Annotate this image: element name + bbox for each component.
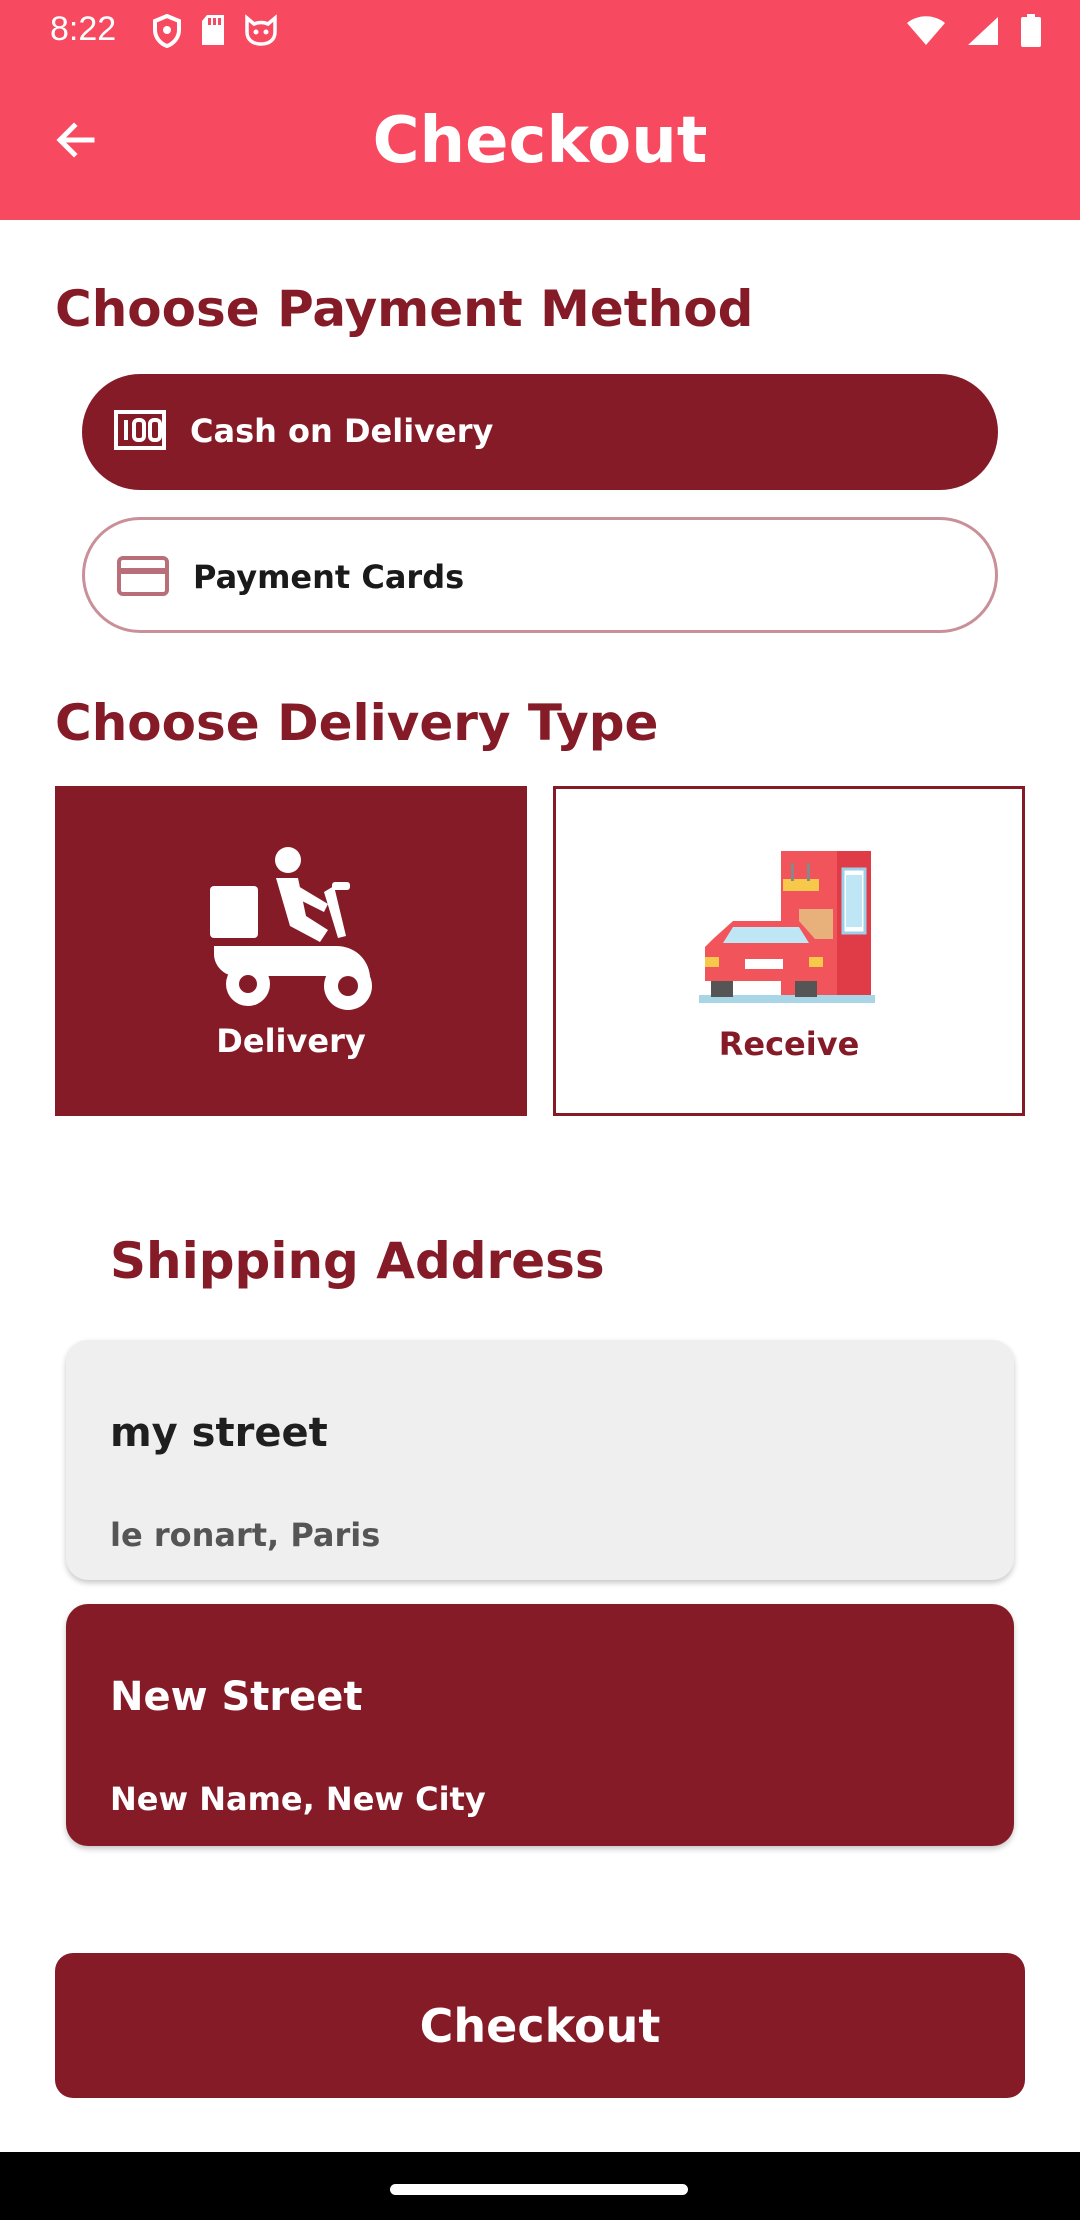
shipping-section-title: Shipping Address (110, 1232, 605, 1290)
address-city: le ronart, Paris (110, 1516, 381, 1554)
cash-icon (114, 410, 166, 454)
cash-on-delivery-label: Cash on Delivery (190, 412, 494, 450)
drive-through-icon (699, 849, 879, 1013)
delivery-scooter-icon (206, 846, 376, 1020)
app-bar: Checkout (0, 64, 1080, 220)
cash-on-delivery-button[interactable]: Cash on Delivery (82, 374, 998, 490)
credit-card-icon (117, 556, 169, 600)
receive-label: Receive (718, 1025, 860, 1063)
status-bar: 8:22 (0, 0, 1080, 64)
signal-icon (966, 15, 1000, 51)
delivery-type-receive[interactable]: Receive (553, 786, 1025, 1116)
delivery-type-delivery[interactable]: Delivery (55, 786, 527, 1116)
address-city: New Name, New City (110, 1780, 486, 1818)
wifi-icon (906, 15, 946, 51)
checkout-button[interactable]: Checkout (55, 1953, 1025, 2098)
payment-section-title: Choose Payment Method (55, 280, 754, 338)
payment-cards-label: Payment Cards (193, 558, 465, 596)
address-street: my street (110, 1410, 328, 1456)
page-title: Checkout (372, 104, 708, 178)
cat-face-icon (244, 14, 278, 52)
payment-cards-button[interactable]: Payment Cards (82, 517, 998, 633)
status-time: 8:22 (50, 10, 117, 48)
shield-icon (152, 13, 182, 52)
sd-card-icon (200, 14, 226, 52)
address-card-new-street[interactable]: New Street New Name, New City (66, 1604, 1014, 1846)
address-card-my-street[interactable]: my street le ronart, Paris (66, 1340, 1014, 1580)
delivery-label: Delivery (216, 1022, 366, 1060)
address-street: New Street (110, 1674, 363, 1720)
home-gesture-handle[interactable] (390, 2184, 688, 2195)
battery-icon (1020, 14, 1042, 52)
delivery-section-title: Choose Delivery Type (55, 694, 659, 752)
system-nav-bar (0, 2152, 1080, 2220)
